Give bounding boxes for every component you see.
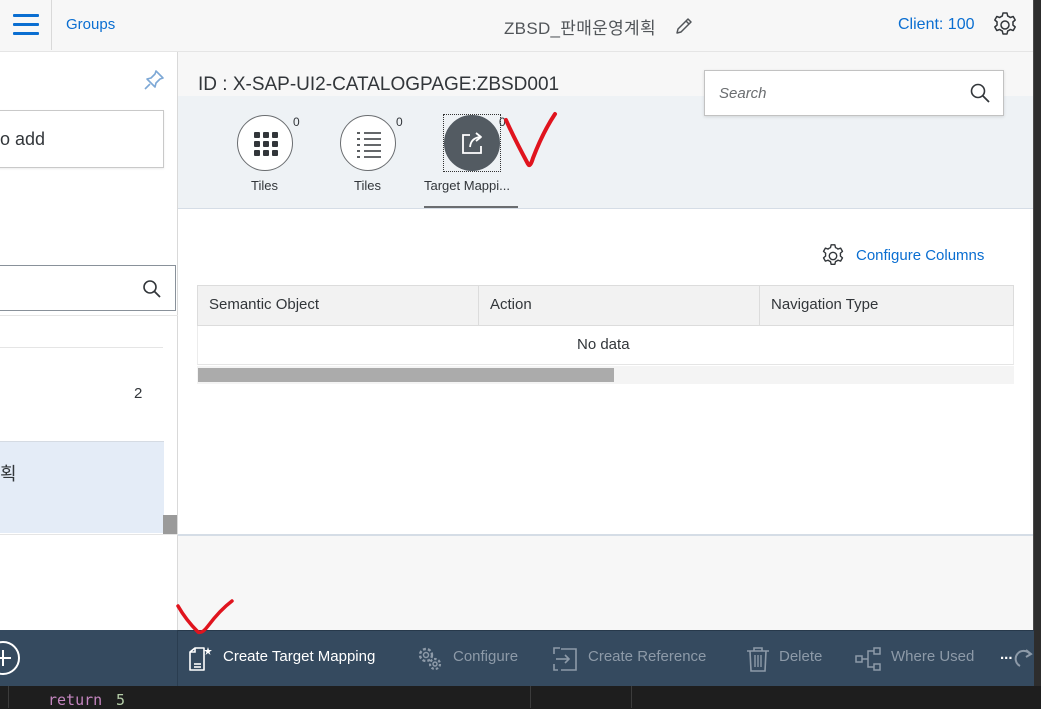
divider [178,534,1034,536]
search-placeholder: Search [719,85,767,102]
code-editor-background [0,686,1041,708]
more-overflow-button[interactable]: ... [1000,646,1013,663]
column-separator [478,286,479,325]
create-target-mapping-icon[interactable] [186,646,212,672]
add-group-icon[interactable] [0,641,20,675]
code-number: 5 [116,691,126,709]
menu-bar-icon [13,23,39,26]
where-used-icon[interactable] [855,646,881,672]
tab-tiles-grid[interactable] [237,115,293,171]
editor-guide-line [530,686,531,708]
left-footer [0,630,178,686]
tab-label[interactable]: Tiles [251,178,278,193]
configure-columns-button[interactable]: Configure Columns [856,247,984,264]
list-item-selected[interactable] [0,441,164,533]
create-reference-button[interactable]: Create Reference [588,648,706,665]
object-id: ID : X-SAP-UI2-CATALOGPAGE:ZBSD001 [198,74,560,95]
menu-bar-icon [13,14,39,17]
delete-button[interactable]: Delete [779,648,822,665]
settings-gear-icon[interactable] [991,11,1019,39]
editor-guide-line [8,686,9,708]
tab-count: 0 [293,115,300,129]
column-header-action[interactable]: Action [490,296,532,313]
tab-tiles-list[interactable] [340,115,396,171]
editor-guide-line [631,686,632,708]
where-used-button[interactable]: Where Used [891,648,974,665]
create-target-mapping-button[interactable]: Create Target Mapping [223,648,375,665]
red-check-annotation [176,599,234,635]
code-keyword: return [48,691,103,709]
list-item-count: 2 [134,385,143,402]
share-icon [462,132,482,154]
configure-icon[interactable] [417,646,443,672]
column-separator [759,286,760,325]
create-reference-icon[interactable] [552,646,578,672]
delete-trash-icon[interactable] [745,646,771,672]
client-label[interactable]: Client: 100 [898,16,975,34]
pin-icon[interactable] [142,68,166,92]
divider [0,315,178,316]
list-icon [357,132,381,158]
horizontal-scrollbar-thumb[interactable] [198,368,614,382]
edit-pencil-icon[interactable] [674,16,694,36]
configure-gear-icon[interactable] [820,243,846,269]
no-data-text: No data [577,336,630,353]
table-header [197,285,1014,326]
refresh-arrow-icon [1014,649,1033,667]
divider [0,534,178,535]
tab-label[interactable]: Target Mappi... [424,178,510,193]
column-header-semantic-object[interactable]: Semantic Object [209,296,319,313]
hamburger-menu-button[interactable] [0,0,52,50]
tab-label[interactable]: Tiles [354,178,381,193]
page-title: ZBSD_판매운영계획 [504,19,656,38]
search-icon[interactable] [142,279,162,299]
groups-link[interactable]: Groups [66,16,115,33]
tab-target-mappings[interactable] [444,115,500,171]
configure-button[interactable]: Configure [453,648,518,665]
grid-icon [254,132,278,156]
red-check-annotation [504,112,557,168]
tab-count: 0 [396,115,403,129]
list-item-label: 획 [0,464,17,484]
menu-bar-icon [13,32,39,35]
left-scrollbar-thumb[interactable] [163,515,177,535]
background-editor-edge [1034,0,1041,708]
search-icon[interactable] [969,82,991,104]
column-header-navigation-type[interactable]: Navigation Type [771,296,878,313]
add-tile-label: o add [0,129,46,149]
divider [0,347,163,348]
